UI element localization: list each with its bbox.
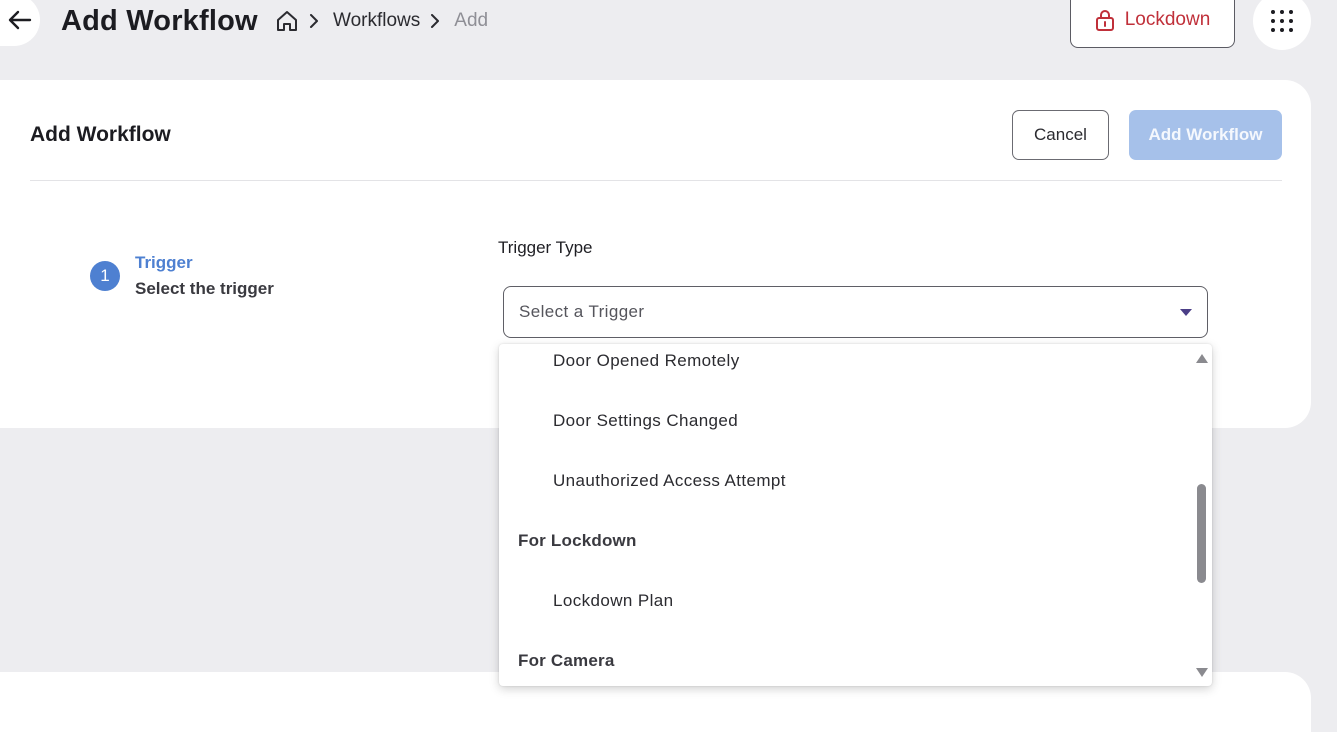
back-button[interactable] — [0, 0, 40, 46]
dropdown-option[interactable]: Door Opened Remotely — [553, 351, 740, 371]
step-subtitle: Select the trigger — [135, 279, 274, 298]
caret-down-icon — [1180, 309, 1192, 316]
step-title: Trigger — [135, 253, 193, 272]
breadcrumb: Workflows Add — [275, 6, 488, 36]
add-workflow-button[interactable]: Add Workflow — [1129, 110, 1282, 160]
trigger-select-placeholder: Select a Trigger — [519, 302, 645, 321]
chevron-right-icon — [430, 14, 440, 28]
lockdown-button[interactable]: Lockdown — [1070, 0, 1235, 48]
trigger-dropdown-list[interactable]: Door Opened Remotely Door Settings Chang… — [499, 344, 1212, 686]
page-title: Add Workflow — [61, 5, 258, 37]
dropdown-option[interactable]: Door Settings Changed — [553, 411, 738, 431]
dropdown-option[interactable]: Unauthorized Access Attempt — [553, 471, 786, 491]
step-number-badge: 1 — [90, 261, 120, 291]
dropdown-group-header: For Lockdown — [518, 531, 637, 550]
trigger-type-label: Trigger Type — [498, 238, 593, 257]
chevron-right-icon — [309, 14, 319, 28]
scrollbar-thumb[interactable] — [1197, 484, 1206, 583]
card-title: Add Workflow — [30, 123, 171, 146]
dropdown-group-header: For Camera — [518, 651, 615, 670]
grid-dots-icon — [1271, 10, 1293, 32]
lock-icon — [1095, 10, 1114, 31]
dropdown-option[interactable]: Lockdown Plan — [553, 591, 674, 611]
apps-menu-button[interactable] — [1253, 0, 1311, 50]
scroll-up-arrow-icon[interactable] — [1196, 354, 1208, 363]
trigger-select[interactable]: Select a Trigger — [503, 286, 1208, 338]
lockdown-label: Lockdown — [1124, 9, 1211, 30]
breadcrumb-add: Add — [454, 10, 489, 31]
divider — [30, 180, 1282, 181]
cancel-button[interactable]: Cancel — [1012, 110, 1109, 160]
arrow-left-icon — [8, 10, 32, 30]
home-icon[interactable] — [275, 9, 299, 33]
breadcrumb-workflows[interactable]: Workflows — [333, 10, 420, 32]
scroll-down-arrow-icon[interactable] — [1196, 668, 1208, 677]
